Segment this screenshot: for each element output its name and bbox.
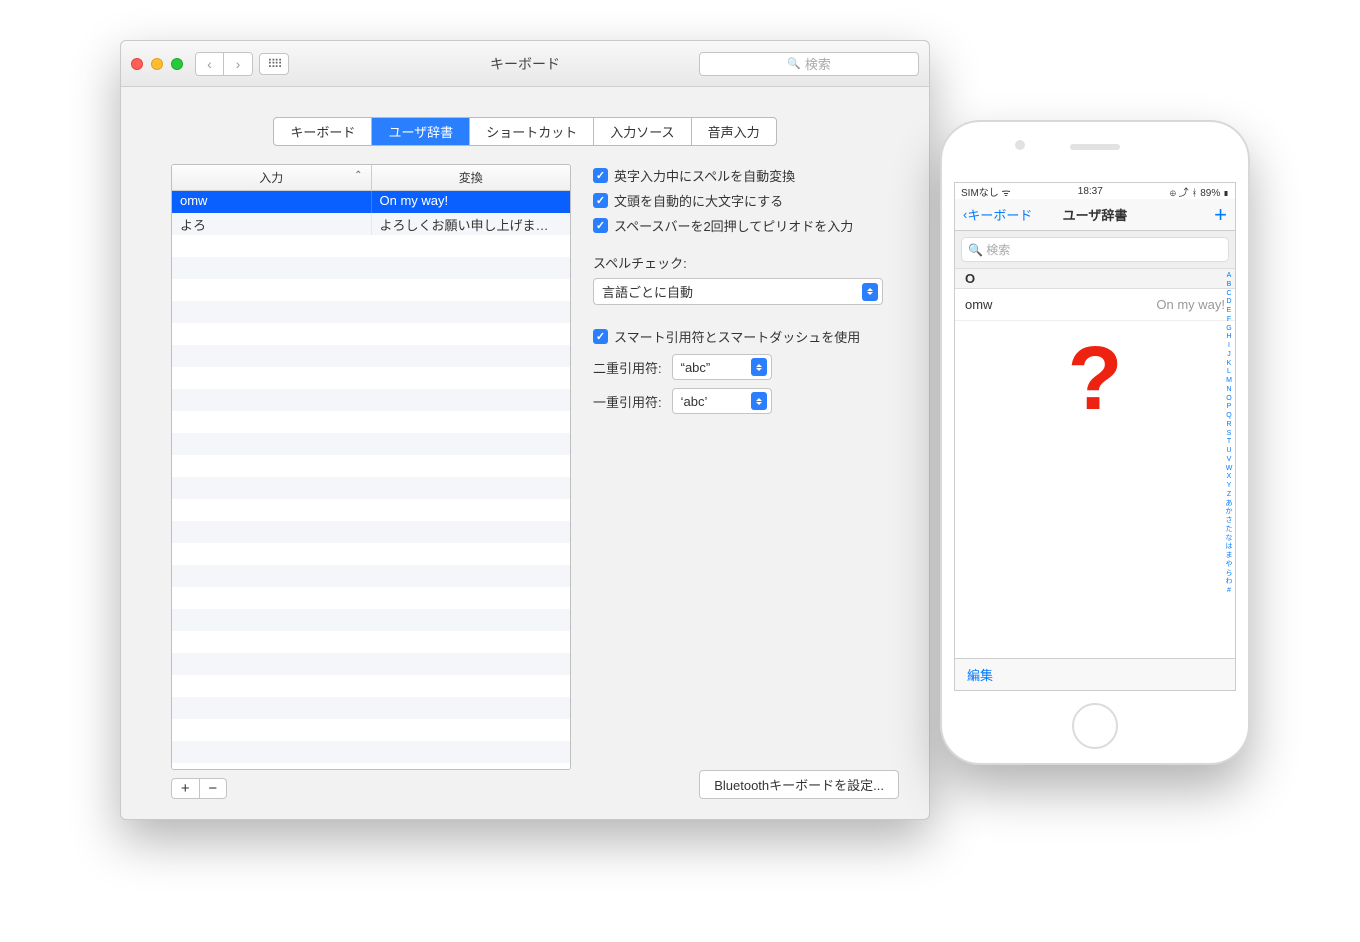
label-period: スペースバーを2回押してピリオドを入力 (614, 216, 853, 235)
status-carrier: SIMなし ᯤ (961, 184, 1011, 199)
phone-search-input[interactable]: 🔍 検索 (961, 237, 1229, 262)
alphabet-index[interactable]: ABCDEFGHIJKLMNOPQRSTUVWXYZあかさたなはまやらわ# (1223, 268, 1235, 658)
checkbox-period[interactable]: ✓ (593, 218, 608, 233)
checkbox-spell[interactable]: ✓ (593, 168, 608, 183)
minimize-icon[interactable] (151, 58, 163, 70)
table-row[interactable]: よろよろしくお願い申し上げま… (172, 213, 570, 235)
section-header: O (955, 268, 1235, 289)
chevron-updown-icon (862, 283, 878, 301)
titlebar: ‹ › ⠿⠿ キーボード 検索 (121, 41, 929, 87)
table-row[interactable]: omwOn my way! (172, 191, 570, 213)
preferences-window: ‹ › ⠿⠿ キーボード 検索 キーボードユーザ辞書ショートカット入力ソース音声… (120, 40, 930, 820)
col-output[interactable]: 変換 (372, 165, 571, 190)
tab-3[interactable]: 入力ソース (594, 118, 691, 145)
remove-button[interactable]: − (200, 779, 227, 798)
tab-4[interactable]: 音声入力 (692, 118, 776, 145)
close-icon[interactable] (131, 58, 143, 70)
edit-button[interactable]: 編集 (967, 665, 993, 684)
status-bar: SIMなし ᯤ 18:37 ⊕ ⤴ ᚼ 89% ▮ (955, 183, 1235, 199)
back-button[interactable]: ‹ (196, 53, 224, 75)
zoom-icon[interactable] (171, 58, 183, 70)
tab-bar: キーボードユーザ辞書ショートカット入力ソース音声入力 (121, 117, 929, 146)
label-capitalize: 文頭を自動的に大文字にする (614, 191, 783, 210)
question-mark-icon: ? (1068, 328, 1123, 431)
single-quote-label: 一重引用符: (593, 392, 662, 411)
double-quote-label: 二重引用符: (593, 358, 662, 377)
iphone-screen: SIMなし ᯤ 18:37 ⊕ ⤴ ᚼ 89% ▮ ‹ キーボード ユーザ辞書 … (954, 182, 1236, 691)
single-quote-select[interactable]: ‘abc’ (672, 388, 772, 414)
status-battery: ⊕ ⤴ ᚼ 89% ▮ (1170, 184, 1229, 199)
sort-indicator-icon: ⌃ (354, 170, 362, 181)
label-smart-quotes: スマート引用符とスマートダッシュを使用 (614, 327, 860, 346)
iphone-device: SIMなし ᯤ 18:37 ⊕ ⤴ ᚼ 89% ▮ ‹ キーボード ユーザ辞書 … (940, 120, 1250, 765)
checkbox-smart-quotes[interactable]: ✓ (593, 329, 608, 344)
label-spell: 英字入力中にスペルを自動変換 (614, 166, 795, 185)
tab-2[interactable]: ショートカット (470, 118, 594, 145)
tab-1[interactable]: ユーザ辞書 (372, 118, 470, 145)
add-button[interactable]: + (172, 779, 200, 798)
phone-navbar: ‹ キーボード ユーザ辞書 + (955, 199, 1235, 231)
search-input[interactable]: 検索 (699, 52, 919, 76)
back-button[interactable]: ‹ キーボード (963, 205, 1032, 224)
spellcheck-select[interactable]: 言語ごとに自動 (593, 278, 883, 305)
dictionary-row[interactable]: omw On my way! (955, 289, 1235, 321)
tab-0[interactable]: キーボード (274, 118, 372, 145)
chevron-updown-icon (751, 358, 767, 376)
checkbox-capitalize[interactable]: ✓ (593, 193, 608, 208)
forward-button[interactable]: › (224, 53, 252, 75)
dictionary-table[interactable]: 入力⌃ 変換 omwOn my way!よろよろしくお願い申し上げま… (171, 164, 571, 770)
home-button[interactable] (1072, 703, 1118, 749)
row-input: omw (965, 297, 992, 312)
add-button[interactable]: + (1214, 202, 1227, 228)
double-quote-select[interactable]: “abc” (672, 354, 772, 380)
bluetooth-keyboard-button[interactable]: Bluetoothキーボードを設定... (699, 770, 899, 799)
col-input[interactable]: 入力⌃ (172, 165, 372, 190)
chevron-updown-icon (751, 392, 767, 410)
row-output: On my way! (1156, 297, 1225, 312)
show-all-button[interactable]: ⠿⠿ (259, 53, 289, 75)
spellcheck-label: スペルチェック: (593, 253, 899, 272)
status-time: 18:37 (1078, 186, 1103, 197)
nav-buttons: ‹ › (195, 52, 253, 76)
